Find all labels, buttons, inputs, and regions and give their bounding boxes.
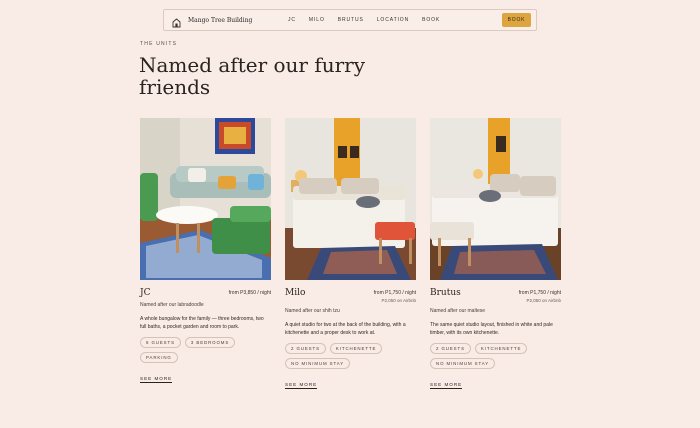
see-more-link[interactable]: SEE MORE [140,376,173,383]
price-airbnb: P2,050 on Airbnb [526,298,561,303]
unit-name: JC [140,288,151,298]
unit-card-brutus: Brutus from P1,750 / night P2,050 on Air… [430,118,561,391]
unit-header-milo: Milo from P1,750 / night P2,050 on Airbn… [285,288,416,304]
unit-description: A quiet studio for two at the back of th… [285,322,406,336]
price-airbnb: P2,050 on Airbnb [381,298,416,303]
see-more-link[interactable]: SEE MORE [430,382,463,389]
tag-guests: 6 GUESTS [140,337,181,348]
building-logo-icon [172,15,181,28]
unit-name: Brutus [430,288,461,298]
nav-link-brutus[interactable]: BRUTUS [338,17,364,23]
tag-parking: PARKING [140,352,178,363]
top-nav: Mango Tree Building JC MILO BRUTUS LOCAT… [163,9,537,31]
tag-guests: 2 GUESTS [430,343,471,354]
unit-card-jc: JC from P3,850 / night Named after our l… [140,118,271,385]
tag-no-minimum-stay: NO MINIMUM STAY [285,358,351,369]
unit-header-jc: JC from P3,850 / night [140,288,271,298]
unit-price: from P3,850 / night [229,290,271,297]
tag-bedrooms: 3 BEDROOMS [184,337,236,348]
price-label: from P1,750 / night [518,290,561,296]
unit-card-milo: Milo from P1,750 / night P2,050 on Airbn… [285,118,416,391]
unit-description: The same quiet studio layout, finished i… [430,322,553,336]
unit-description: A whole bungalow for the family — three … [140,316,264,330]
unit-subtitle: Named after our maltese [430,308,486,314]
unit-subtitle: Named after our labradoodle [140,302,204,308]
section-headline: Named after our furry friends [139,53,366,99]
nav-link-milo[interactable]: MILO [309,17,325,23]
unit-price: from P1,750 / night P2,050 on Airbnb [374,290,416,304]
nav-link-jc[interactable]: JC [288,17,296,23]
price-label: from P3,850 / night [228,290,271,296]
brand-name: Mango Tree Building [188,16,253,24]
book-button[interactable]: BOOK [502,13,531,27]
nav-link-location[interactable]: LOCATION [377,17,409,23]
tag-kitchenette: KITCHENETTE [329,343,383,354]
section-eyebrow: THE UNITS [140,41,178,47]
brand[interactable]: Mango Tree Building [172,15,253,28]
tag-no-minimum-stay: NO MINIMUM STAY [430,358,496,369]
see-more-link[interactable]: SEE MORE [285,382,318,389]
unit-photo-milo[interactable] [285,118,416,280]
unit-photo-jc[interactable] [140,118,271,280]
unit-tags: 6 GUESTS 3 BEDROOMS PARKING [140,337,271,367]
unit-tags: 2 GUESTS KITCHENETTE NO MINIMUM STAY [285,343,416,373]
tag-kitchenette: KITCHENETTE [474,343,528,354]
unit-tags: 2 GUESTS KITCHENETTE NO MINIMUM STAY [430,343,561,373]
price-label: from P1,750 / night [373,290,416,296]
tag-guests: 2 GUESTS [285,343,326,354]
unit-subtitle: Named after our shih tzu [285,308,340,314]
nav-links: JC MILO BRUTUS LOCATION BOOK [288,10,453,30]
unit-price: from P1,750 / night P2,050 on Airbnb [519,290,561,304]
unit-name: Milo [285,288,306,298]
unit-header-brutus: Brutus from P1,750 / night P2,050 on Air… [430,288,561,304]
nav-link-book[interactable]: BOOK [422,17,440,23]
unit-photo-brutus[interactable] [430,118,561,280]
